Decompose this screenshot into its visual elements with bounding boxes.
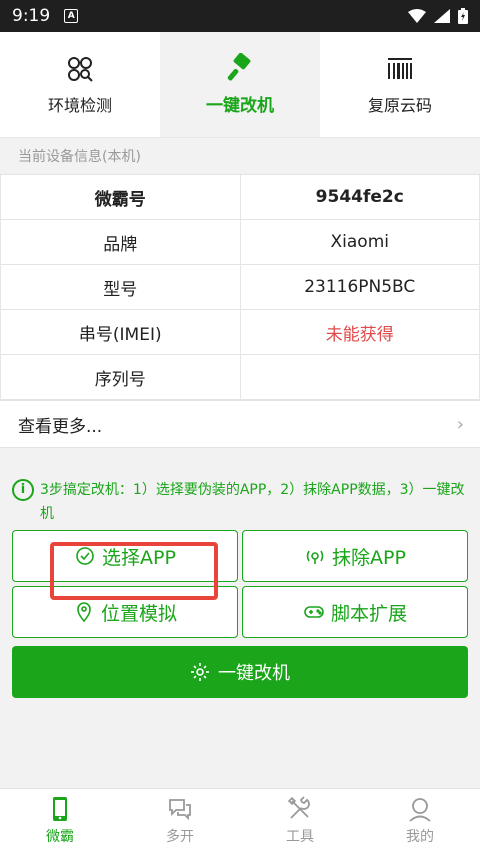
user-icon	[409, 797, 431, 822]
brush-icon	[227, 53, 251, 81]
info-key: 型号	[0, 264, 241, 310]
tab-label: 复原云码	[367, 95, 432, 115]
info-value: 未能获得	[239, 309, 480, 355]
info-key: 微霸号	[0, 174, 241, 220]
nav-multi-open[interactable]: 多开	[120, 789, 240, 852]
location-sim-button[interactable]: 位置模拟	[12, 586, 238, 638]
info-key: 序列号	[0, 354, 241, 400]
location-pin-icon	[77, 602, 91, 623]
barcode-icon	[388, 57, 412, 79]
status-time: 9:19	[12, 6, 51, 26]
erase-app-button[interactable]: 抹除APP	[242, 530, 468, 582]
device-info-table: 微霸号 9544fe2c 品牌 Xiaomi 型号 23116PN5BC 串号(…	[0, 174, 480, 400]
select-app-button[interactable]: 选择APP	[12, 530, 238, 582]
info-key: 串号(IMEI)	[0, 309, 241, 355]
nav-label: 我的	[406, 828, 434, 845]
view-more-label: 查看更多...	[18, 416, 103, 437]
notification-a-icon: A	[64, 9, 79, 23]
one-click-change-button[interactable]: 一键改机	[12, 646, 468, 698]
erase-app-label: 抹除APP	[332, 546, 406, 569]
grid-search-icon	[68, 56, 93, 82]
info-value: 9544fe2c	[239, 174, 480, 220]
script-extension-button[interactable]: 脚本扩展	[242, 586, 468, 638]
top-tabs: 环境检测 一键改机 复原云码	[0, 32, 480, 138]
nav-tools[interactable]: 工具	[240, 789, 360, 852]
table-row: 串号(IMEI) 未能获得	[0, 309, 480, 355]
chat-bubbles-icon	[169, 798, 191, 820]
tools-icon	[287, 795, 310, 819]
signal-icon	[434, 9, 450, 23]
action-grid: 选择APP 抹除APP 位置模拟 脚本扩展	[0, 530, 480, 638]
info-key: 品牌	[0, 219, 241, 265]
nav-mine[interactable]: 我的	[360, 789, 480, 852]
table-row: 型号 23116PN5BC	[0, 264, 480, 310]
tab-label: 一键改机	[206, 96, 274, 116]
section-title: 当前设备信息(本机)	[0, 138, 480, 174]
battery-icon	[458, 8, 468, 24]
table-row: 微霸号 9544fe2c	[0, 174, 480, 220]
nav-label: 工具	[286, 828, 314, 845]
script-extension-label: 脚本扩展	[330, 602, 407, 625]
info-value	[239, 354, 480, 400]
view-more-row[interactable]: 查看更多... ›	[0, 400, 480, 448]
tab-restore-cloud-code[interactable]: 复原云码	[320, 32, 480, 137]
tab-one-click-change[interactable]: 一键改机	[160, 32, 320, 137]
phone-icon	[53, 796, 67, 821]
location-sim-label: 位置模拟	[100, 602, 177, 625]
table-row: 序列号	[0, 354, 480, 400]
status-bar: 9:19 A	[0, 0, 480, 32]
chevron-right-icon: ›	[456, 413, 464, 435]
sparkle-icon	[191, 663, 209, 681]
gamepad-icon	[304, 606, 324, 618]
table-row: 品牌 Xiaomi	[0, 219, 480, 265]
bottom-nav: 微霸 多开 工具 我的	[0, 788, 480, 852]
nav-label: 多开	[166, 828, 194, 845]
nav-weiba[interactable]: 微霸	[0, 789, 120, 852]
info-value: 23116PN5BC	[239, 264, 480, 310]
info-icon: i	[12, 479, 34, 501]
info-value: Xiaomi	[239, 219, 480, 265]
one-click-change-label: 一键改机	[218, 663, 290, 684]
tip-banner: i 3步搞定改机：1）选择要伪装的APP，2）抹除APP数据，3）一键改机	[0, 478, 480, 526]
check-circle-icon	[76, 547, 94, 565]
tab-label: 环境检测	[47, 95, 112, 115]
wifi-icon	[408, 9, 426, 23]
eraser-icon	[306, 550, 324, 564]
tab-environment-check[interactable]: 环境检测	[0, 32, 160, 137]
tip-text: 3步搞定改机：1）选择要伪装的APP，2）抹除APP数据，3）一键改机	[40, 482, 465, 522]
nav-label: 微霸	[46, 828, 74, 845]
select-app-label: 选择APP	[102, 546, 176, 569]
